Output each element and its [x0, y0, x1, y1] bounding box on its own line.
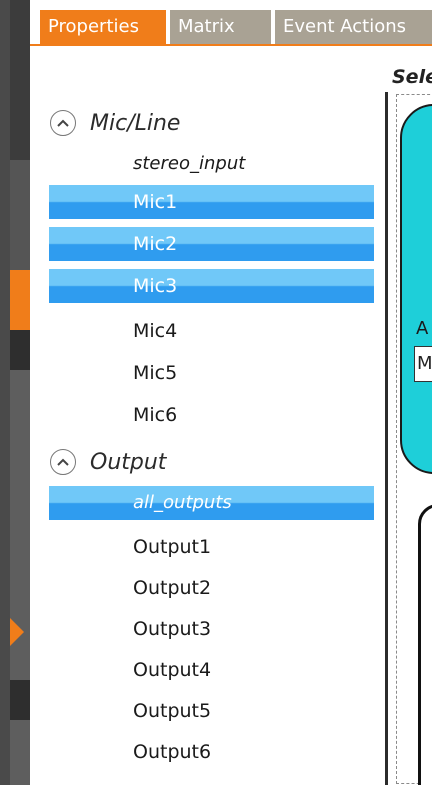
group-header-mic-line[interactable]: Mic/Line: [50, 105, 180, 141]
strip-segment: [10, 160, 30, 270]
tree-item-output3[interactable]: Output3: [49, 612, 374, 646]
tab-event-actions[interactable]: Event Actions: [275, 10, 432, 44]
tree-item-mic2[interactable]: Mic2: [49, 227, 374, 261]
tree-item-output4[interactable]: Output4: [49, 653, 374, 687]
tree-item-output1[interactable]: Output1: [49, 530, 374, 564]
tab-properties[interactable]: Properties: [40, 10, 166, 44]
block-field[interactable]: M: [414, 346, 432, 382]
strip-segment: [10, 330, 30, 370]
group-header-output[interactable]: Output: [50, 444, 166, 480]
tree-item-output5[interactable]: Output5: [49, 694, 374, 728]
block-label: A: [416, 318, 429, 339]
chevron-up-circle-icon[interactable]: [50, 449, 76, 475]
tree-item-output2[interactable]: Output2: [49, 571, 374, 605]
strip-active-segment[interactable]: [10, 270, 30, 330]
tree-item-mic5[interactable]: Mic5: [49, 356, 374, 390]
tab-bar: Properties Matrix Event Actions: [30, 0, 432, 46]
chevron-up-circle-icon[interactable]: [50, 110, 76, 136]
group-label: Output: [90, 449, 167, 475]
tree-item-output6[interactable]: Output6: [49, 735, 374, 769]
strip-segment: [10, 0, 30, 160]
tree-item-stereo-input[interactable]: stereo_input: [49, 147, 374, 181]
tree-item-mic4[interactable]: Mic4: [49, 314, 374, 348]
output-block[interactable]: [418, 504, 432, 785]
tree-item-all-outputs[interactable]: all_outputs: [49, 486, 374, 520]
tab-matrix[interactable]: Matrix: [170, 10, 271, 44]
tree-item-mic6[interactable]: Mic6: [49, 398, 374, 432]
mic-block[interactable]: [400, 104, 432, 474]
strip-segment: [10, 680, 30, 720]
strip-segment: [10, 720, 30, 785]
left-tool-strip: [0, 0, 30, 785]
channel-tree: Mic/Line stereo_input Mic1 Mic2 Mic3 Mic…: [30, 46, 385, 785]
tree-item-mic1[interactable]: Mic1: [49, 185, 374, 219]
preview-panel: Sele A M: [388, 46, 432, 785]
preview-header: Sele: [392, 66, 432, 88]
group-label: Mic/Line: [90, 110, 181, 136]
tree-item-mic3[interactable]: Mic3: [49, 269, 374, 303]
play-arrow-icon[interactable]: [10, 618, 24, 646]
